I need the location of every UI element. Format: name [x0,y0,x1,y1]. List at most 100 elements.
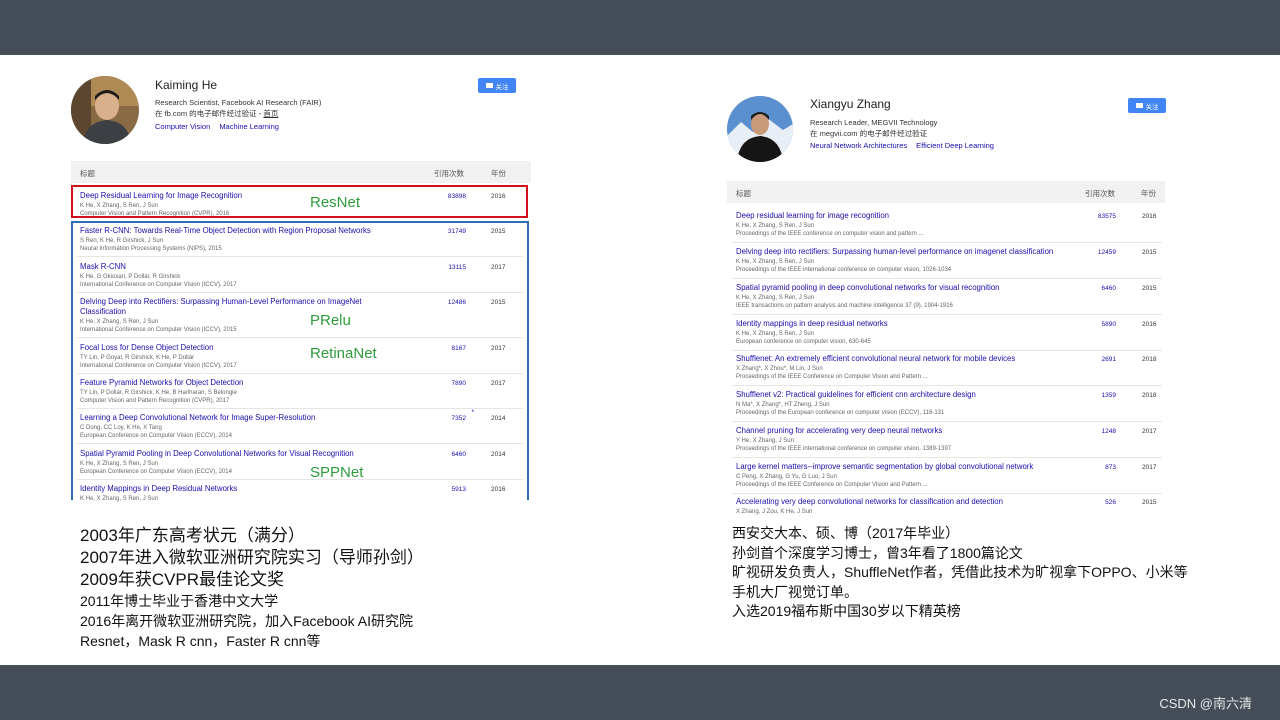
note-line: 入选2019福布斯中国30岁以下精英榜 [732,603,961,619]
paper-title[interactable]: Identity mappings in deep residual netwo… [736,319,888,329]
header-year[interactable]: 年份 [1141,188,1156,199]
paper-year: 2018 [1142,392,1157,399]
paper-venue: Proceedings of the European conference o… [736,410,945,416]
paper-cites[interactable]: 6460 [1080,285,1116,292]
row-divider [732,493,1162,494]
paper-authors: K He, X Zhang, S Ren, J Sun [736,259,815,265]
paper-title[interactable]: Spatial pyramid pooling in deep convolut… [736,283,1000,293]
row-divider [732,385,1162,386]
paper-title[interactable]: Large kernel matters--improve semantic s… [736,462,1033,472]
paper-venue: Proceedings of the IEEE Conference on Co… [736,374,928,380]
right-notes: 西安交大本、硕、博（2017年毕业） 孙剑首个深度学习博士，曾3年看了1800篇… [732,524,1188,622]
paper-authors: K He, X Zhang, S Ren, J Sun [736,295,815,301]
tag-neural-network-architectures[interactable]: Neural Network Architectures [810,141,907,150]
paper-title[interactable]: Shufflenet: An extremely efficient convo… [736,354,1015,364]
paper-year: 2017 [1142,428,1157,435]
paper-title[interactable]: Channel pruning for accelerating very de… [736,426,942,436]
follow-button[interactable]: 关注 [1128,98,1166,113]
paper-year: 2016 [1142,321,1157,328]
paper-authors: C Peng, X Zhang, G Yu, G Luo, J Sun [736,474,837,480]
header-title[interactable]: 标题 [736,188,751,199]
homepage-link[interactable]: 首页 [263,109,278,118]
publications-header: 标题 引用次数 年份 [71,161,531,183]
follow-label: 关注 [495,83,509,91]
note-line: 2016年离开微软亚洲研究院，加入Facebook AI研究院 [80,613,413,629]
xiangyu-zhang-avatar [727,96,793,162]
label-retinanet: RetinaNet [310,345,377,362]
publications-header: 标题 引用次数 年份 [727,181,1165,203]
csdn-watermark: CSDN @南六清 [1159,696,1252,711]
paper-venue: IEEE transactions on pattern analysis an… [736,303,953,309]
resnet-highlight-box [71,185,528,218]
note-line: 2009年获CVPR最佳论文奖 [80,570,285,589]
note-line: 2011年博士毕业于香港中文大学 [80,593,279,609]
paper-year: 2017 [1142,464,1157,471]
follow-label: 关注 [1145,103,1159,111]
paper-cites[interactable]: 83575 [1080,213,1116,220]
paper-venue: Proceedings of the IEEE conference on co… [736,231,924,237]
profile-email-verified: 在 fb.com 的电子邮件经过验证 - 首页 [155,108,278,119]
paper-year: 2015 [1142,285,1157,292]
row-divider [732,350,1162,351]
note-line: 旷视研发负责人，ShuffleNet作者，凭借此技术为旷视拿下OPPO、小米等 [732,564,1188,580]
note-line: Resnet，Mask R cnn，Faster R cnn等 [80,633,321,649]
paper-authors: X Zhang*, X Zhou*, M Lin, J Sun [736,366,823,372]
tag-computer-vision[interactable]: Computer Vision [155,122,210,131]
paper-authors: K He, X Zhang, S Ren, J Sun [736,331,815,337]
label-resnet: ResNet [310,194,361,211]
paper-title[interactable]: Delving deep into rectifiers: Surpassing… [736,247,1053,257]
note-line: 2003年广东高考状元（满分） [80,526,305,545]
paper-year: 2015 [1142,249,1157,256]
row-divider [732,421,1162,422]
header-cites[interactable]: 引用次数 [434,168,464,179]
profile-affiliation: Research Leader, MEGVII Technology [810,118,938,127]
paper-venue: Proceedings of the IEEE international co… [736,267,952,273]
tag-efficient-deep-learning[interactable]: Efficient Deep Learning [916,141,994,150]
paper-year: 2018 [1142,356,1157,363]
profile-tags: Computer Vision Machine Learning [155,122,288,131]
paper-cites[interactable]: 1248 [1080,428,1116,435]
row-divider [732,242,1162,243]
paper-title[interactable]: Shufflenet v2: Practical guidelines for … [736,390,976,400]
paper-title[interactable]: Deep residual learning for image recogni… [736,211,889,221]
paper-venue: European conference on computer vision, … [736,339,871,345]
paper-authors: N Ma*, X Zhang*, HT Zheng, J Sun [736,402,830,408]
profile-name: Kaiming He [155,78,218,92]
note-line: 手机大厂视觉订单。 [732,583,858,600]
envelope-icon [485,83,493,88]
email-verified-text: 在 fb.com 的电子邮件经过验证 - [155,109,264,118]
paper-cites[interactable]: 2691 [1080,356,1116,363]
label-sppnet: SPPNet [310,464,364,481]
note-line: 孙剑首个深度学习博士，曾3年看了1800篇论文 [732,544,1023,561]
kaiming-he-avatar [71,76,139,144]
paper-venue: Proceedings of the IEEE Conference on Co… [736,482,928,488]
paper-cites[interactable]: 12459 [1080,249,1116,256]
paper-year: 2016 [1142,213,1157,220]
note-line: 西安交大本、硕、博（2017年毕业） [732,525,960,541]
header-title[interactable]: 标题 [80,168,95,179]
bottom-band [0,665,1280,720]
paper-cites[interactable]: 1359 [1080,392,1116,399]
paper-venue: Proceedings of the IEEE international co… [736,446,952,452]
top-band [0,0,1280,55]
paper-authors: X Zhang, J Zou, K He, J Sun [736,509,813,515]
paper-cites[interactable]: 526 [1080,499,1116,506]
paper-cites[interactable]: 5890 [1080,321,1116,328]
row-divider [732,314,1162,315]
row-divider [732,278,1162,279]
paper-year: 2015 [1142,499,1157,506]
header-year[interactable]: 年份 [491,168,506,179]
paper-authors: K He, X Zhang, S Ren, J Sun [736,223,815,229]
profile-affiliation: Research Scientist, Facebook AI Research… [155,98,322,107]
envelope-icon [1135,103,1143,108]
left-notes: 2003年广东高考状元（满分） 2007年进入微软亚洲研究院实习（导师孙剑） 2… [80,525,424,651]
label-prelu: PRelu [310,312,351,329]
paper-cites[interactable]: 873 [1080,464,1116,471]
tag-machine-learning[interactable]: Machine Learning [219,122,279,131]
paper-title[interactable]: Accelerating very deep convolutional net… [736,497,1003,507]
follow-button[interactable]: 关注 [478,78,516,93]
profile-email-verified: 在 megvii.com 的电子邮件经过验证 [810,129,928,138]
header-cites[interactable]: 引用次数 [1085,188,1115,199]
profile-name: Xiangyu Zhang [810,97,891,111]
paper-authors: Y He, X Zhang, J Sun [736,438,794,444]
